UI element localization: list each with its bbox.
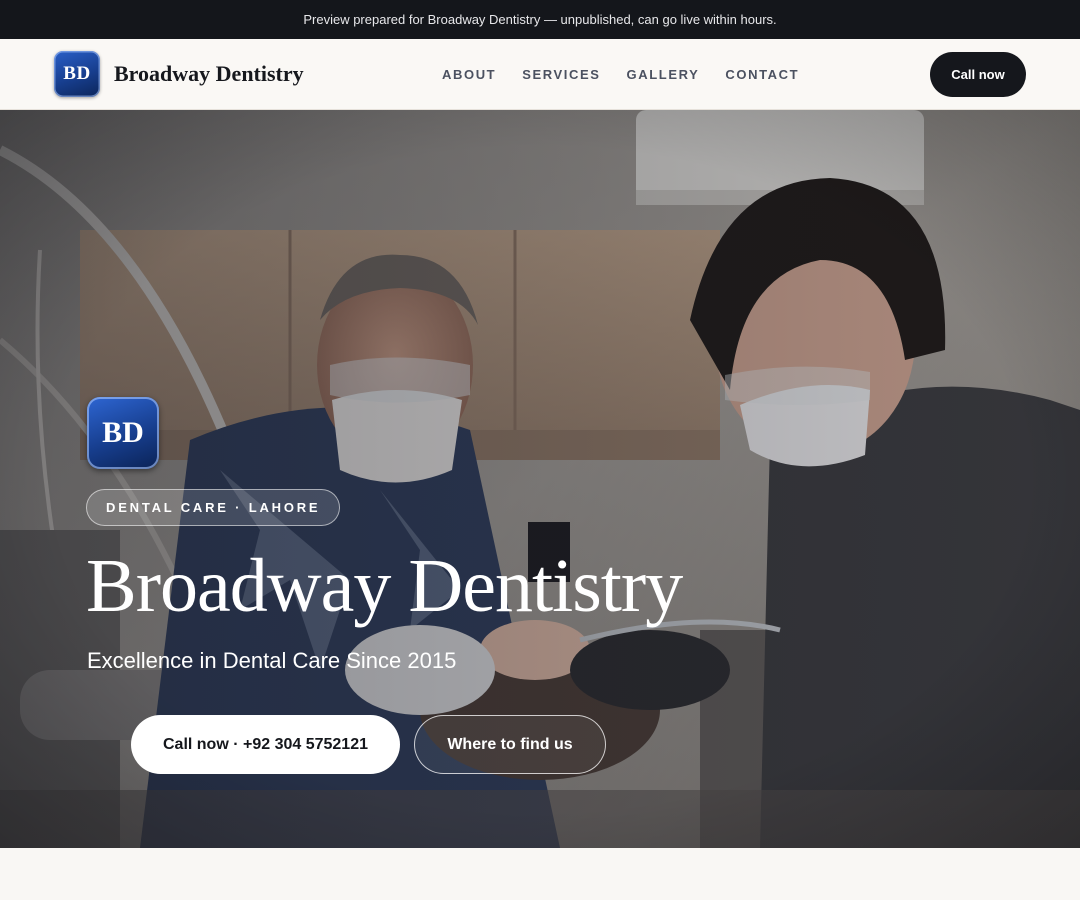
nav-contact[interactable]: CONTACT <box>725 67 799 82</box>
nav-about[interactable]: ABOUT <box>442 67 496 82</box>
brand-name: Broadway Dentistry <box>114 61 304 86</box>
hero-title: Broadway Dentistry <box>86 544 683 628</box>
find-us-button[interactable]: Where to find us <box>414 715 606 774</box>
nav-gallery[interactable]: GALLERY <box>627 67 700 82</box>
hero-section: BD DENTAL CARE · LAHORE Broadway Dentist… <box>0 110 1080 848</box>
nav-services[interactable]: SERVICES <box>522 67 600 82</box>
hero-subtitle: Excellence in Dental Care Since 2015 <box>87 648 457 673</box>
brand-link[interactable]: BD Broadway Dentistry <box>54 51 304 97</box>
site-header: BD Broadway Dentistry ABOUT SERVICES GAL… <box>0 39 1080 110</box>
hero-logo-icon: BD <box>87 397 159 469</box>
main-nav: ABOUT SERVICES GALLERY CONTACT <box>442 39 825 109</box>
logo-icon: BD <box>54 51 100 97</box>
hero-tag-badge: DENTAL CARE · LAHORE <box>86 489 341 526</box>
preview-banner-text: Preview prepared for Broadway Dentistry … <box>303 12 777 27</box>
header-call-button[interactable]: Call now <box>930 52 1026 97</box>
hero-call-button[interactable]: Call now · +92 304 5752121 <box>131 715 400 774</box>
preview-banner: Preview prepared for Broadway Dentistry … <box>0 0 1080 39</box>
hero-tag-text: DENTAL CARE · LAHORE <box>106 500 321 515</box>
